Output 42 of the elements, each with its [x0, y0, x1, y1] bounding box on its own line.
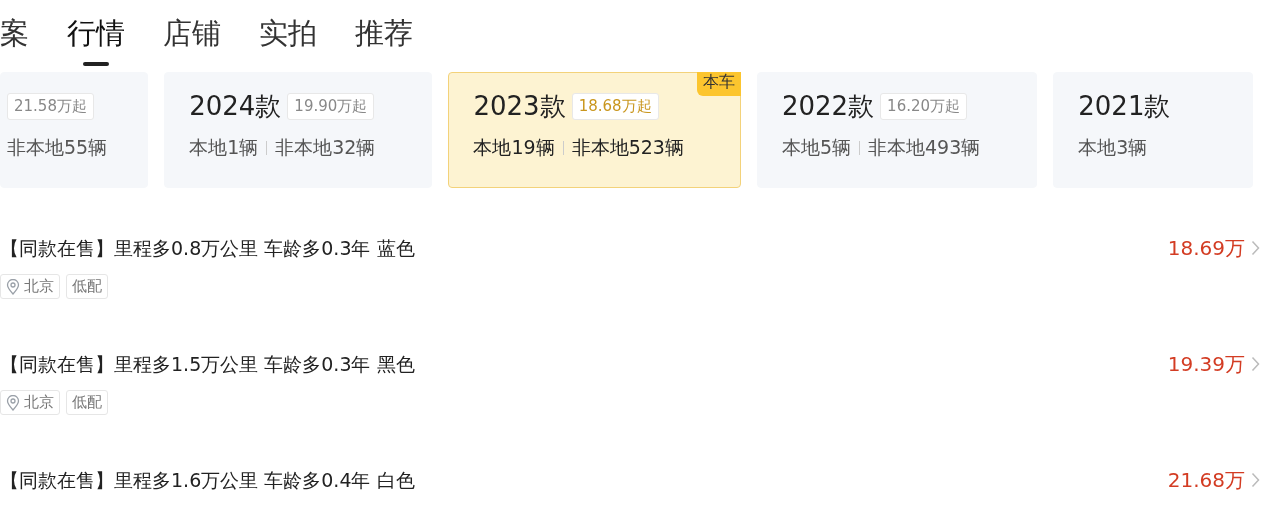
- chevron-right-icon: [1251, 472, 1260, 488]
- listing-title[interactable]: 【同款在售】里程多1.5万公里 车龄多0.3年 黑色: [0, 350, 415, 378]
- starting-price: 19.90万起: [287, 92, 375, 120]
- section-tab[interactable]: 案: [0, 14, 29, 66]
- listing-title[interactable]: 【同款在售】里程多1.6万公里 车龄多0.4年 白色: [0, 466, 415, 494]
- listing-price: 21.68万: [1167, 467, 1245, 494]
- location-tag: 北京: [0, 274, 60, 299]
- starting-price: 18.68万起: [571, 92, 659, 120]
- nonlocal-count: 非本地493辆: [868, 135, 981, 160]
- current-car-badge: 本车: [696, 72, 741, 96]
- starting-price: 16.20万起: [880, 92, 968, 120]
- nonlocal-count: 非本地32辆: [275, 135, 376, 160]
- section-tab[interactable]: 推荐: [355, 14, 413, 66]
- local-count: 本地19辆: [473, 135, 555, 160]
- model-year-card[interactable]: 2021款 本地3辆: [1053, 72, 1254, 188]
- section-tab[interactable]: 实拍: [259, 14, 317, 66]
- model-year: 2024款: [189, 89, 282, 123]
- local-count: 本地3辆: [1078, 135, 1148, 160]
- model-year-card[interactable]: 2022款 16.20万起 本地5辆 非本地493辆: [756, 72, 1038, 188]
- chevron-right-icon: [1251, 240, 1260, 256]
- starting-price: 21.58万起: [7, 92, 94, 120]
- trim-tag: 低配: [66, 390, 108, 415]
- trim-tag: 低配: [66, 274, 108, 299]
- section-tab[interactable]: 行情: [67, 14, 125, 66]
- location-tag: 北京: [0, 390, 60, 415]
- model-year: 2023款: [473, 89, 566, 123]
- listing-price: 19.39万: [1167, 351, 1245, 378]
- section-tab[interactable]: 店铺: [163, 14, 221, 66]
- chevron-right-icon: [1251, 356, 1260, 372]
- location-pin-icon: [6, 394, 20, 411]
- model-year-card[interactable]: 21.58万起 非本地55辆: [0, 72, 149, 188]
- model-year: 2021款: [1078, 89, 1171, 123]
- model-year: 2022款: [781, 89, 875, 123]
- listing-price: 18.69万: [1167, 235, 1245, 262]
- listing-title[interactable]: 【同款在售】里程多0.8万公里 车龄多0.3年 蓝色: [0, 234, 415, 262]
- local-count: 本地5辆: [781, 135, 851, 160]
- nonlocal-count: 非本地55辆: [7, 135, 108, 160]
- location-pin-icon: [6, 278, 20, 295]
- model-year-card[interactable]: 本车 2023款 18.68万起 本地19辆 非本地523辆: [448, 72, 741, 188]
- model-year-card[interactable]: 2024款 19.90万起 本地1辆 非本地32辆: [164, 72, 433, 188]
- nonlocal-count: 非本地523辆: [571, 135, 684, 160]
- local-count: 本地1辆: [189, 135, 259, 160]
